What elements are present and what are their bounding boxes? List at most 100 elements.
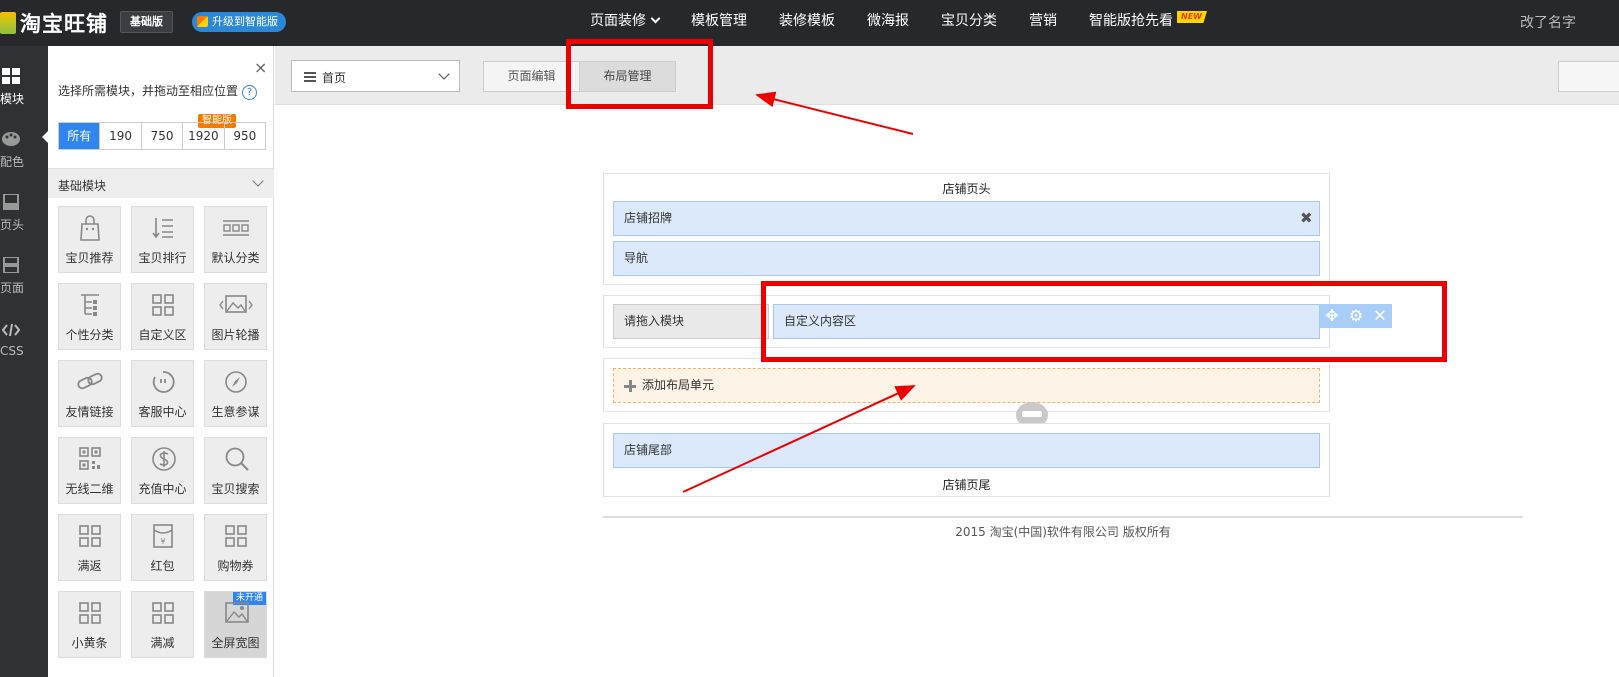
svg-text:¥: ¥ bbox=[160, 537, 165, 546]
module-tile-friend-links[interactable]: 友情链接 bbox=[58, 360, 121, 427]
rail-label: CSS bbox=[0, 344, 24, 358]
module-tile-image-carousel[interactable]: 图片轮播 bbox=[204, 283, 267, 350]
nav-marketing[interactable]: 营销 bbox=[1029, 0, 1057, 46]
module-label: 店铺尾部 bbox=[624, 443, 673, 457]
footer-section-title: 店铺页尾 bbox=[942, 478, 991, 492]
edition-badge: 基础版 bbox=[120, 11, 173, 33]
header-icon bbox=[3, 194, 19, 210]
module-tile-default-category[interactable]: 默认分类 bbox=[204, 206, 267, 273]
dollar-icon bbox=[152, 447, 176, 471]
nav-item-categories[interactable]: 宝贝分类 bbox=[941, 0, 997, 46]
module-shop-footer[interactable]: 店铺尾部 bbox=[613, 433, 1320, 468]
module-tile-yellow-bar[interactable]: 小黄条 bbox=[58, 591, 121, 658]
filter-950[interactable]: 950 bbox=[223, 123, 265, 149]
grid-icon bbox=[79, 525, 101, 547]
filter-all[interactable]: 所有 bbox=[59, 123, 100, 149]
nav-label: 营销 bbox=[1029, 13, 1057, 29]
tile-label: 宝贝推荐 bbox=[65, 251, 114, 265]
toolbar-right-button[interactable] bbox=[1558, 61, 1619, 92]
close-icon[interactable]: × bbox=[254, 58, 267, 77]
rail-label: 配色 bbox=[0, 155, 25, 169]
add-layout-unit-button[interactable]: 添加布局单元 bbox=[613, 368, 1320, 403]
compass-icon bbox=[225, 371, 247, 393]
filter-190[interactable]: 190 bbox=[99, 123, 140, 149]
editor-toolbar: 首页 页面编辑 布局管理 bbox=[275, 46, 1619, 105]
module-tile-custom-area[interactable]: 自定义区 bbox=[131, 283, 194, 350]
link-icon bbox=[77, 372, 103, 390]
rail-label: 页面 bbox=[0, 281, 25, 295]
user-name[interactable]: 改了名字 bbox=[1520, 12, 1576, 32]
annotation-box-tab bbox=[566, 39, 713, 109]
tile-label: 生意参谋 bbox=[211, 405, 260, 419]
module-tile-business-advisor[interactable]: 生意参谋 bbox=[204, 360, 267, 427]
module-tile-custom-category[interactable]: 个性分类 bbox=[58, 283, 121, 350]
module-tile-red-packet[interactable]: ¥ 红包 bbox=[131, 514, 194, 581]
grid-icon bbox=[2, 68, 20, 84]
tile-label: 个性分类 bbox=[65, 328, 114, 342]
tile-label: 全屏宽图 bbox=[211, 636, 260, 650]
top-bar: 淘宝旺铺 基础版 升级到智能版 页面装修 模板管理 装修模板 微海报 宝贝分类 … bbox=[0, 0, 1619, 46]
nav-label: 微海报 bbox=[867, 13, 909, 29]
module-tile-service-center[interactable]: 客服中心 bbox=[131, 360, 194, 427]
tile-label: 充值中心 bbox=[138, 482, 187, 496]
remove-icon[interactable]: ✖ bbox=[1300, 209, 1313, 227]
plus-icon bbox=[624, 380, 636, 392]
page-icon bbox=[3, 257, 19, 273]
module-tile-item-search[interactable]: 宝贝搜索 bbox=[204, 437, 267, 504]
logo-text: 淘宝旺铺 bbox=[20, 12, 108, 36]
module-tile-fullscreen-image[interactable]: 未开通 全屏宽图 bbox=[204, 591, 267, 658]
filter-750[interactable]: 750 bbox=[140, 123, 182, 149]
rail-item-header[interactable]: 页头 bbox=[0, 194, 48, 250]
footer-divider bbox=[603, 516, 1523, 518]
new-badge: NEW bbox=[1177, 11, 1207, 23]
module-tile-full-discount[interactable]: 满减 bbox=[131, 591, 194, 658]
chevron-down-icon bbox=[438, 68, 450, 80]
nav-smart-preview[interactable]: 智能版抢先看 NEW bbox=[1089, 0, 1207, 46]
nav-micro-poster[interactable]: 微海报 bbox=[867, 0, 909, 46]
tile-label: 自定义区 bbox=[138, 328, 187, 342]
rail-item-page[interactable]: 页面 bbox=[0, 257, 48, 313]
page-select-value: 首页 bbox=[322, 71, 347, 85]
logo[interactable]: 淘宝旺铺 bbox=[0, 6, 108, 40]
module-tile-recharge-center[interactable]: 充值中心 bbox=[131, 437, 194, 504]
module-tile-full-return[interactable]: 满返 bbox=[58, 514, 121, 581]
filter-1920[interactable]: 1920 bbox=[182, 123, 223, 149]
module-tile-item-recommend[interactable]: 宝贝推荐 bbox=[58, 206, 121, 273]
service-icon bbox=[152, 371, 175, 393]
copyright: 2015 淘宝(中国)软件有限公司 版权所有 bbox=[955, 525, 1171, 539]
help-icon[interactable]: ? bbox=[242, 85, 258, 100]
section-title: 基础模块 bbox=[58, 179, 107, 193]
module-navigation[interactable]: 导航 bbox=[613, 241, 1320, 276]
module-tile-coupon[interactable]: 购物券 bbox=[204, 514, 267, 581]
rail-item-css[interactable]: CSS bbox=[0, 322, 48, 378]
tile-label: 购物券 bbox=[217, 559, 254, 573]
nav-decoration-templates[interactable]: 装修模板 bbox=[779, 0, 835, 46]
module-tile-item-ranking[interactable]: 宝贝排行 bbox=[131, 206, 194, 273]
code-icon bbox=[2, 323, 20, 337]
red-packet-icon: ¥ bbox=[153, 524, 173, 548]
tile-label: 默认分类 bbox=[211, 251, 260, 265]
category-icon bbox=[223, 220, 249, 236]
rail-item-colors[interactable]: 配色 bbox=[0, 131, 48, 187]
tree-icon bbox=[81, 294, 99, 316]
panel-hint: 选择所需模块，并拖动至相应位置? bbox=[58, 82, 258, 100]
module-tile-mobile-qrcode[interactable]: 无线二维 bbox=[58, 437, 121, 504]
qrcode-icon bbox=[79, 447, 101, 470]
section-basic-modules[interactable]: 基础模块 bbox=[48, 168, 274, 198]
upgrade-icon bbox=[197, 16, 208, 27]
rail-item-modules[interactable]: 模块 bbox=[0, 68, 48, 124]
page-select[interactable]: 首页 bbox=[291, 60, 460, 92]
upgrade-label: 升级到智能版 bbox=[212, 15, 278, 28]
search-icon bbox=[225, 447, 249, 471]
annotation-box-module bbox=[761, 281, 1447, 362]
header-section-title: 店铺页头 bbox=[942, 182, 991, 196]
nav-label: 模板管理 bbox=[691, 13, 747, 29]
upgrade-button[interactable]: 升级到智能版 bbox=[192, 12, 286, 32]
grid-icon bbox=[79, 602, 101, 624]
tile-label: 宝贝搜索 bbox=[211, 482, 260, 496]
tile-label: 满减 bbox=[150, 636, 175, 650]
module-shop-sign[interactable]: 店铺招牌 bbox=[613, 201, 1320, 236]
tile-label: 友情链接 bbox=[65, 405, 114, 419]
drop-slot[interactable]: 请拖入模块 bbox=[613, 304, 769, 339]
palette-icon bbox=[2, 132, 20, 146]
